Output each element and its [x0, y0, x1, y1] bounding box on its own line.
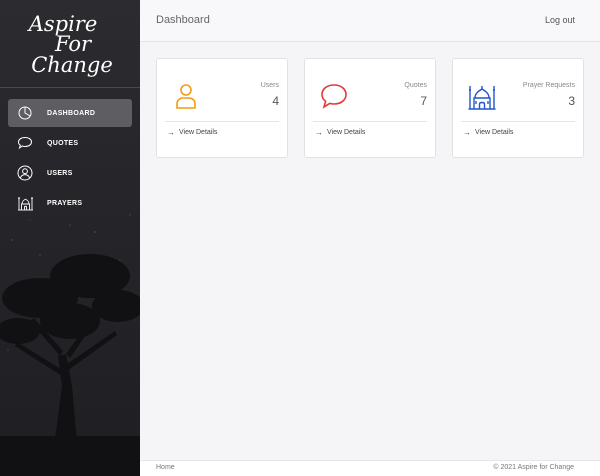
card-count: 3 [568, 94, 575, 108]
view-details-link[interactable]: → View Details [463, 128, 513, 137]
speech-bubble-icon [321, 84, 347, 109]
sidebar: Aspire For Change DASHBOARD QUOTES USERS [0, 0, 140, 476]
footer: Home © 2021 Aspire for Change [140, 460, 600, 476]
card-count: 4 [272, 94, 279, 108]
mosque-icon [468, 86, 496, 110]
mosque-icon [16, 194, 34, 212]
arrow-right-icon: → [463, 128, 471, 137]
quotes-card: Quotes 7 → View Details [304, 58, 436, 158]
arrow-right-icon: → [315, 128, 323, 137]
card-divider [165, 121, 279, 122]
tree-silhouette [0, 254, 140, 476]
sidebar-item-label: USERS [47, 169, 73, 177]
copyright-text: © 2021 Aspire for Change [493, 464, 574, 471]
footer-home-link[interactable]: Home [156, 464, 175, 471]
view-details-label: View Details [327, 129, 366, 136]
arrow-right-icon: → [167, 128, 175, 137]
sidebar-item-users[interactable]: USERS [8, 159, 132, 187]
card-label: Prayer Requests [522, 82, 575, 89]
speech-bubble-icon [16, 134, 34, 152]
sidebar-item-prayers[interactable]: PRAYERS [8, 189, 132, 217]
sidebar-item-label: DASHBOARD [47, 109, 96, 117]
card-label: Users [260, 82, 279, 89]
card-label: Quotes [404, 82, 427, 89]
page-title: Dashboard [156, 14, 210, 26]
view-details-label: View Details [475, 129, 514, 136]
sidebar-item-dashboard[interactable]: DASHBOARD [8, 99, 132, 127]
card-divider [461, 121, 575, 122]
users-card: Users 4 → View Details [156, 58, 288, 158]
top-bar: Dashboard Log out [140, 0, 600, 42]
sidebar-nav: DASHBOARD QUOTES USERS PRAYERS [0, 88, 140, 217]
sidebar-item-quotes[interactable]: QUOTES [8, 129, 132, 157]
brand-line-3: Change [31, 53, 113, 77]
view-details-link[interactable]: → View Details [167, 128, 217, 137]
view-details-label: View Details [179, 129, 218, 136]
view-details-link[interactable]: → View Details [315, 128, 365, 137]
pie-chart-icon [16, 104, 34, 122]
user-icon [176, 84, 196, 109]
sidebar-item-label: QUOTES [47, 139, 79, 147]
brand-logo[interactable]: Aspire For Change [0, 0, 140, 88]
sidebar-item-label: PRAYERS [47, 199, 83, 207]
brand-line-1: Aspire [28, 12, 98, 36]
card-count: 7 [420, 94, 427, 108]
prayer-requests-card: Prayer Requests 3 → View Details [452, 58, 584, 158]
user-circle-icon [16, 164, 34, 182]
brand-line-2: For [54, 32, 92, 56]
card-divider [313, 121, 427, 122]
logout-link[interactable]: Log out [545, 15, 575, 25]
